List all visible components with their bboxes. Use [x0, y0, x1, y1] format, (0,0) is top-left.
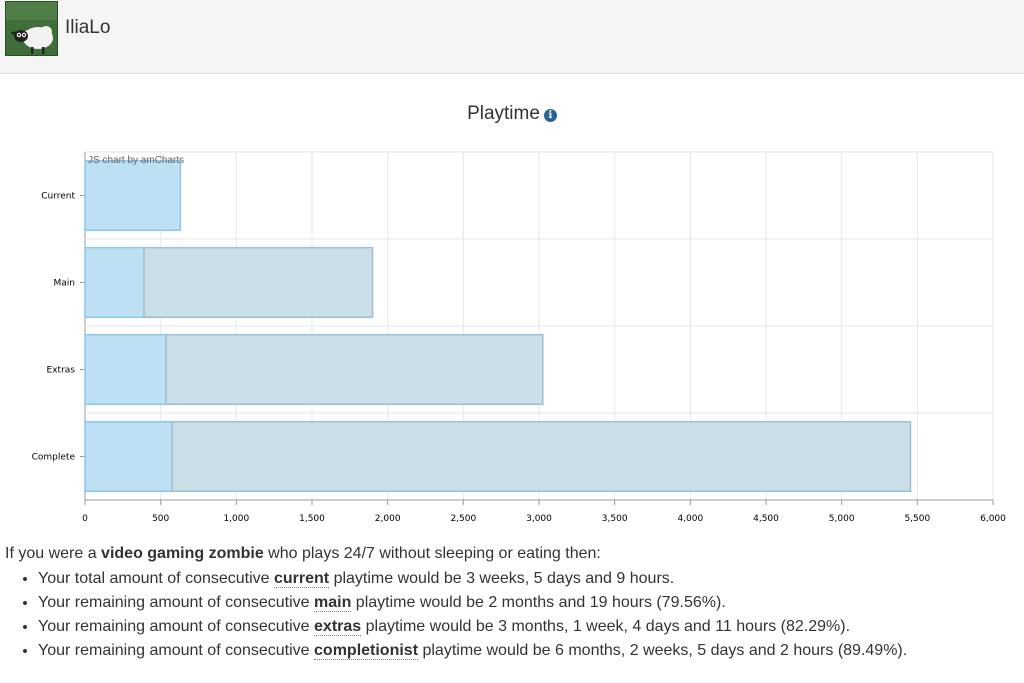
- chart-title-row: Playtime i: [0, 103, 1024, 125]
- bar: [84, 333, 167, 406]
- summary-text: If you were a video gaming zombie who pl…: [5, 545, 601, 563]
- x-tick-label: 5,500: [904, 514, 930, 524]
- x-tick-label: 6,000: [980, 514, 1006, 524]
- x-tick-label: 1,500: [299, 514, 325, 524]
- stat-post: playtime would be 3 months, 1 week, 4 da…: [361, 618, 851, 635]
- username[interactable]: IliaLo: [65, 17, 110, 39]
- bar: [84, 159, 182, 232]
- bar: [143, 246, 374, 319]
- x-tick-label: 2,000: [375, 514, 401, 524]
- chart-title: Playtime: [467, 103, 540, 124]
- chart-credit[interactable]: JS chart by amCharts: [88, 155, 184, 166]
- y-tick-label: Main: [54, 279, 76, 289]
- y-tick-label: Extras: [47, 366, 76, 376]
- list-item: Your remaining amount of consecutive com…: [38, 639, 907, 663]
- stat-pre: Your total amount of consecutive: [38, 570, 274, 587]
- y-tick-label: Complete: [32, 453, 76, 463]
- x-tick-label: 4,500: [753, 514, 779, 524]
- sheep-avatar-icon[interactable]: [5, 1, 58, 56]
- keyword-extras[interactable]: extras: [314, 618, 362, 636]
- bar: [84, 246, 145, 319]
- y-tick-label: Current: [41, 192, 75, 202]
- bar: [171, 420, 912, 493]
- x-tick-label: 500: [152, 514, 169, 524]
- stat-pre: Your remaining amount of consecutive: [38, 594, 315, 611]
- summary-bold: video gaming zombie: [101, 545, 264, 562]
- keyword-current[interactable]: current: [274, 570, 330, 588]
- list-item: Your remaining amount of consecutive mai…: [38, 591, 907, 615]
- playtime-chart: 0 500 1,000 1,500 2,000 2,500 3,000 3,500 4,000 4…: [32, 151, 1006, 524]
- list-item: Your remaining amount of consecutive ext…: [38, 615, 907, 639]
- keyword-completionist[interactable]: completionist: [314, 642, 419, 660]
- x-tick-label: 0: [82, 514, 88, 524]
- keyword-main[interactable]: main: [314, 594, 352, 612]
- info-icon[interactable]: i: [543, 109, 557, 122]
- x-tick-label: 4,000: [677, 514, 703, 524]
- x-tick-label: 2,500: [450, 514, 476, 524]
- stat-pre: Your remaining amount of consecutive: [38, 642, 315, 659]
- summary-pre: If you were a: [5, 545, 102, 562]
- stat-post: playtime would be 6 months, 2 weeks, 5 d…: [418, 642, 908, 659]
- x-tick-label: 5,000: [829, 514, 855, 524]
- x-tick-label: 3,500: [602, 514, 628, 524]
- stat-post: playtime would be 2 months and 19 hours …: [351, 594, 726, 611]
- summary-post: who plays 24/7 without sleeping or eatin…: [263, 545, 601, 562]
- x-tick-label: 3,000: [526, 514, 552, 524]
- list-item: Your total amount of consecutive current…: [38, 567, 907, 591]
- stat-post: playtime would be 3 weeks, 5 days and 9 …: [329, 570, 675, 587]
- bar: [165, 333, 544, 406]
- stat-pre: Your remaining amount of consecutive: [38, 618, 315, 635]
- profile-header: IliaLo: [0, 0, 1024, 74]
- x-tick-label: 1,000: [223, 514, 249, 524]
- bar: [84, 420, 173, 493]
- playtime-stats-list: Your total amount of consecutive current…: [20, 567, 907, 663]
